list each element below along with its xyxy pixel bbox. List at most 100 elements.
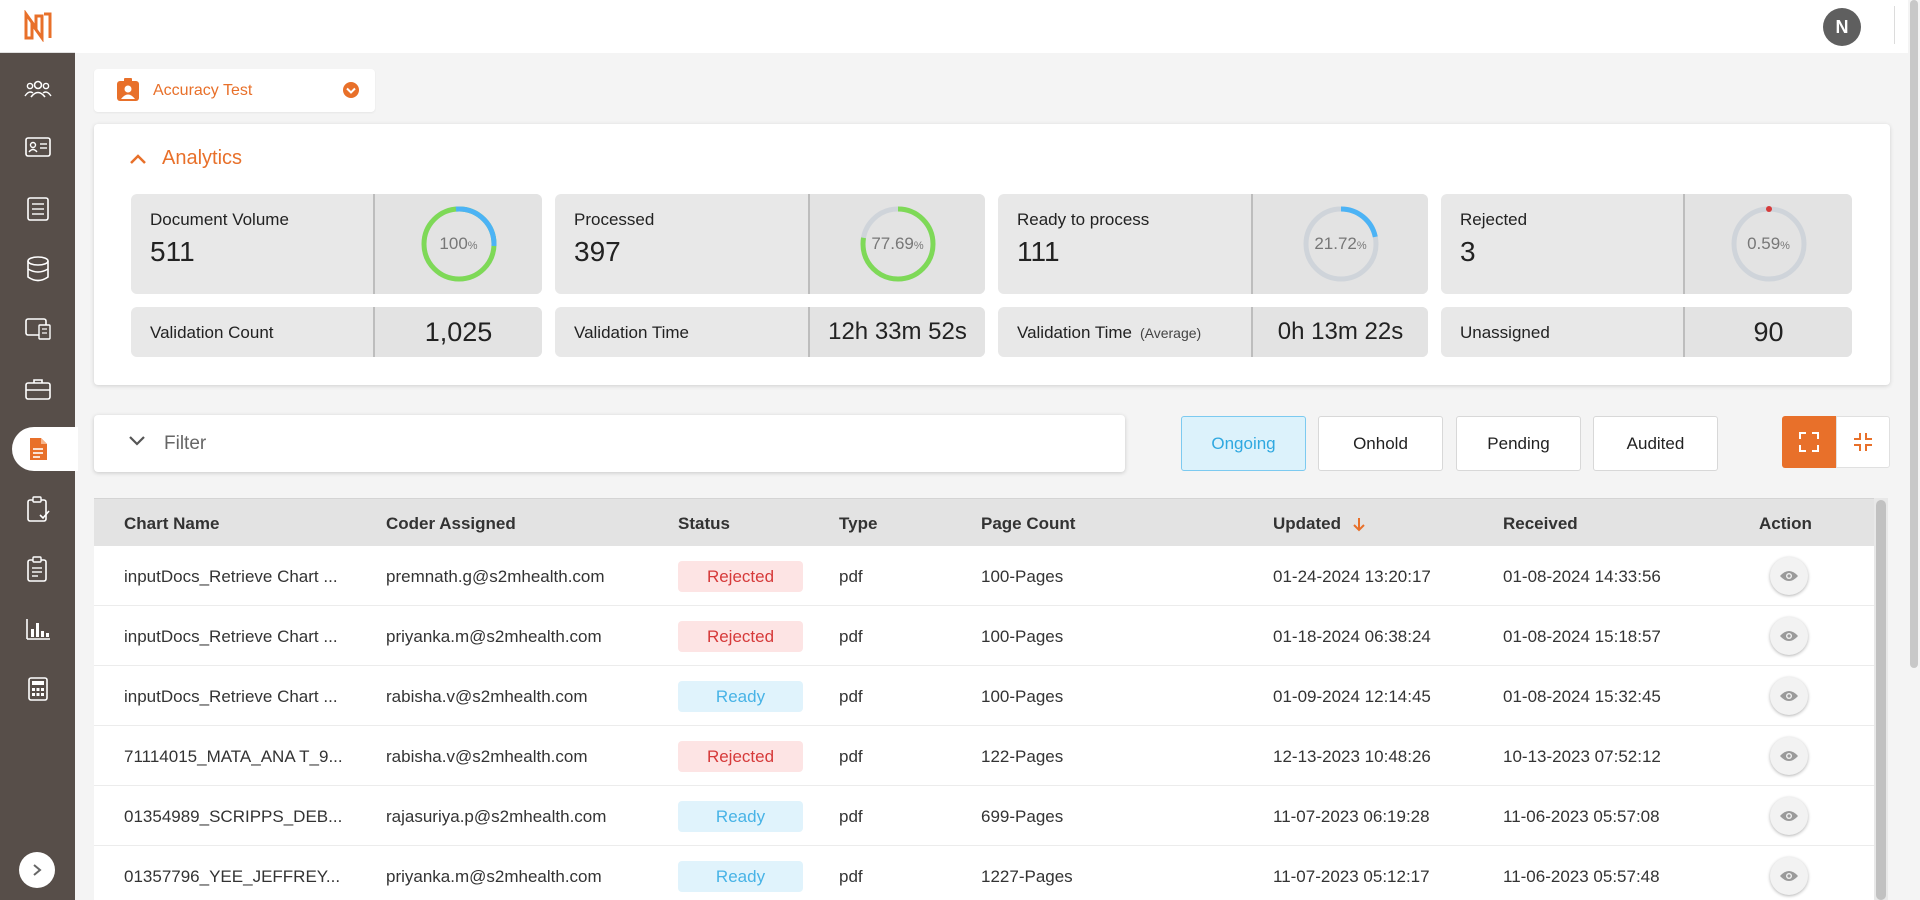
charts-table: Chart Name Coder Assigned Status Type Pa… (94, 498, 1888, 900)
eye-icon (1780, 631, 1798, 641)
clipboard-check-icon (26, 496, 50, 522)
table-row[interactable]: inputDocs_Retrieve Chart ... priyanka.m@s… (94, 606, 1874, 666)
logo-icon (24, 10, 51, 42)
cell-page-count: 100-Pages (981, 567, 1064, 586)
metric-label: Unassigned (1460, 323, 1550, 342)
view-button[interactable] (1770, 737, 1808, 775)
cell-received: 11-06-2023 05:57:48 (1503, 867, 1660, 886)
column-header-status[interactable]: Status (678, 514, 730, 534)
metric-validation-time-average: Validation Time (Average) 0h 13m 22s (998, 307, 1428, 357)
collapse-view-button[interactable] (1836, 416, 1890, 468)
stat-value: 111 (1017, 236, 1060, 267)
cell-type: pdf (839, 807, 863, 826)
column-header-action: Action (1759, 514, 1812, 533)
column-header-coder-assigned[interactable]: Coder Assigned (386, 514, 516, 534)
column-header-received[interactable]: Received (1503, 514, 1578, 534)
table-row[interactable]: inputDocs_Retrieve Chart ... premnath.g@s… (94, 546, 1874, 606)
app-logo[interactable] (0, 0, 75, 53)
bar-chart-icon (25, 619, 50, 640)
gauge-processed: 77.69% (808, 194, 985, 294)
table-row[interactable]: 01357796_YEE_JEFFREY... priyanka.m@s2mhea… (94, 846, 1874, 900)
status-badge: Rejected (678, 741, 803, 772)
expand-icon (1799, 432, 1819, 452)
table-scroll-thumb[interactable] (1876, 500, 1886, 900)
sidebar-item-clipboard-list[interactable] (0, 547, 75, 591)
sidebar-item-documents[interactable] (0, 427, 78, 471)
column-header-updated[interactable]: Updated (1273, 514, 1366, 534)
cell-updated: 01-18-2024 06:38:24 (1273, 627, 1431, 646)
analytics-toggle[interactable]: Analytics (128, 147, 242, 170)
sidebar-item-clipboard-check[interactable] (0, 487, 75, 531)
cell-type: pdf (839, 747, 863, 766)
cell-updated: 11-07-2023 05:12:17 (1273, 867, 1430, 886)
chevron-right-icon (33, 864, 42, 876)
filter-label: Filter (164, 433, 207, 454)
status-badge: Ready (678, 861, 803, 892)
list-icon (26, 197, 49, 221)
project-badge-icon (116, 78, 140, 107)
sidebar-item-database[interactable] (0, 247, 75, 291)
metric-value-box: 12h 33m 52s (808, 307, 985, 357)
sidebar-item-id-card[interactable] (0, 125, 75, 169)
database-icon (26, 256, 49, 282)
project-name: Accuracy Test (153, 82, 253, 99)
page-scroll-thumb[interactable] (1910, 0, 1918, 668)
table-row[interactable]: inputDocs_Retrieve Chart ... rabisha.v@s2… (94, 666, 1874, 726)
metric-sub-label: (Average) (1139, 325, 1202, 341)
stat-value: 397 (574, 236, 621, 267)
sidebar-item-list[interactable] (0, 187, 75, 231)
view-button[interactable] (1770, 857, 1808, 895)
tab-audited[interactable]: Audited (1593, 416, 1718, 471)
metric-label: Validation Count (150, 323, 274, 342)
gauge-ready: 21.72% (1251, 194, 1428, 294)
gauge-percent: 0.59% (1747, 234, 1790, 253)
user-avatar[interactable]: N (1823, 8, 1861, 46)
gauge-percent: 21.72% (1314, 234, 1367, 253)
users-icon (23, 80, 52, 98)
sidebar-item-users[interactable] (0, 67, 75, 111)
cell-received: 01-08-2024 14:33:56 (1503, 567, 1661, 586)
cell-page-count: 100-Pages (981, 627, 1064, 646)
column-header-page-count[interactable]: Page Count (981, 514, 1075, 534)
id-card-icon (24, 137, 51, 157)
sidebar-item-calculator[interactable] (0, 667, 75, 711)
project-selector[interactable]: Accuracy Test (94, 69, 375, 112)
metric-value-box: 90 (1683, 307, 1852, 357)
cell-chart-name: inputDocs_Retrieve Chart ... (124, 567, 338, 586)
stat-value: 511 (150, 236, 195, 267)
filter-panel[interactable]: Filter (94, 415, 1125, 472)
view-button[interactable] (1770, 677, 1808, 715)
table-row[interactable]: 71114015_MATA_ANA T_9... rabisha.v@s2mhea… (94, 726, 1874, 786)
cell-updated: 11-07-2023 06:19:28 (1273, 807, 1430, 826)
eye-icon (1780, 871, 1798, 881)
view-button[interactable] (1770, 797, 1808, 835)
sidebar-expand-button[interactable] (19, 852, 55, 888)
tab-onhold[interactable]: Onhold (1318, 416, 1443, 471)
metric-label: Validation Time (Average) (1017, 323, 1202, 342)
cell-chart-name: inputDocs_Retrieve Chart ... (124, 687, 338, 706)
tab-ongoing[interactable]: Ongoing (1181, 416, 1306, 471)
top-bar: N (75, 0, 1920, 53)
cell-coder-assigned: priyanka.m@s2mhealth.com (386, 627, 602, 646)
tab-pending[interactable]: Pending (1456, 416, 1581, 471)
cell-type: pdf (839, 627, 863, 646)
sidebar-item-briefcase[interactable] (0, 367, 75, 411)
chevron-up-icon (130, 153, 146, 164)
view-button[interactable] (1770, 617, 1808, 655)
chevron-down-icon (342, 81, 360, 104)
cell-page-count: 699-Pages (981, 807, 1064, 826)
collapse-icon (1854, 433, 1872, 451)
sidebar-item-reports[interactable] (0, 607, 75, 651)
table-row[interactable]: 01354989_SCRIPPS_DEB... rajasuriya.p@s2mh… (94, 786, 1874, 846)
cell-type: pdf (839, 687, 863, 706)
metric-value-box: 1,025 (373, 307, 542, 357)
view-button[interactable] (1770, 557, 1808, 595)
table-scrollbar[interactable] (1874, 498, 1888, 900)
column-header-chart-name[interactable]: Chart Name (124, 514, 219, 534)
eye-icon (1780, 571, 1798, 581)
column-header-type[interactable]: Type (839, 514, 877, 534)
sidebar-item-screen[interactable] (0, 307, 75, 351)
page-scrollbar[interactable] (1908, 0, 1920, 900)
sidebar (0, 0, 78, 900)
expand-view-button[interactable] (1782, 416, 1836, 468)
